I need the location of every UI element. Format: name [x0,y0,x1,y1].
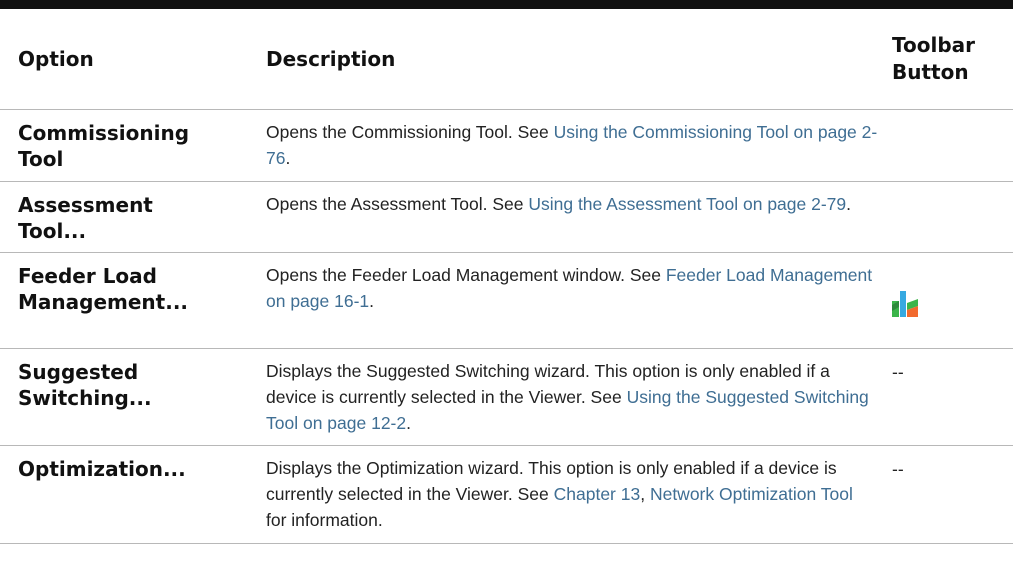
option-name-line2: Switching... [18,386,152,410]
option-description: Opens the Commissioning Tool. See Using … [258,109,878,182]
option-description: Opens the Assessment Tool. See Using the… [258,181,878,253]
option-description: Displays the Suggested Switching wizard.… [258,348,878,446]
option-name: Assessment Tool... [0,181,258,253]
description-text: . [369,291,375,311]
option-name: Feeder Load Management... [0,252,258,349]
description-text: for information. [266,510,383,530]
toolbar-header-line2: Button [892,60,969,84]
description-text: , [640,484,650,504]
cross-reference-link[interactable]: Using the Assessment Tool on page 2-79 [528,194,846,214]
table-header-row: Option Description Toolbar Button [0,9,1013,110]
description-text: . [285,148,291,168]
toolbar-button-cell: -- [878,348,1013,446]
option-name: Suggested Switching... [0,348,258,446]
description-text: Opens the Commissioning Tool. See [266,122,554,142]
option-name-line1: Suggested [18,360,139,384]
option-name-line2: Tool [18,147,64,171]
top-rule [0,0,1013,9]
option-name-line1: Assessment [18,193,153,217]
toolbar-button-cell [878,252,1013,349]
toolbar-button-cell: -- [878,445,1013,544]
option-name-line1: Feeder Load [18,264,157,288]
description-text: Opens the Feeder Load Management window.… [266,265,666,285]
option-description: Displays the Optimization wizard. This o… [258,445,878,544]
option-name-line2: Management... [18,290,189,314]
description-text: Opens the Assessment Tool. See [266,194,529,214]
column-header-toolbar-button: Toolbar Button [878,9,1013,110]
toolbar-header-line1: Toolbar [892,33,975,57]
option-name-line2: Tool... [18,219,87,243]
feeder-load-management-icon[interactable] [892,291,918,317]
cross-reference-link[interactable]: Network Optimization Tool [650,484,853,504]
option-name-line1: Commissioning [18,121,190,145]
table-row: Feeder Load Management... Opens the Feede… [0,252,1013,349]
description-text: . [406,413,411,433]
feeder-load-management-icon-graphic [892,291,918,317]
table-row: Optimization... Displays the Optimizatio… [0,445,1013,544]
options-table: Option Description Toolbar Button Commiss… [0,9,1013,544]
cross-reference-link[interactable]: Chapter 13 [554,484,641,504]
table-row: Suggested Switching... Displays the Sugge… [0,348,1013,446]
toolbar-button-cell [878,109,1013,182]
table-row: Assessment Tool... Opens the Assessment T… [0,181,1013,253]
description-text: . [846,194,852,214]
toolbar-button-cell [878,181,1013,253]
option-description: Opens the Feeder Load Management window.… [258,252,878,349]
option-name: Optimization... [0,445,258,544]
table-row: Commissioning Tool Opens the Commissionin… [0,109,1013,182]
column-header-option: Option [0,9,258,110]
column-header-description: Description [258,9,878,110]
option-name: Commissioning Tool [0,109,258,182]
